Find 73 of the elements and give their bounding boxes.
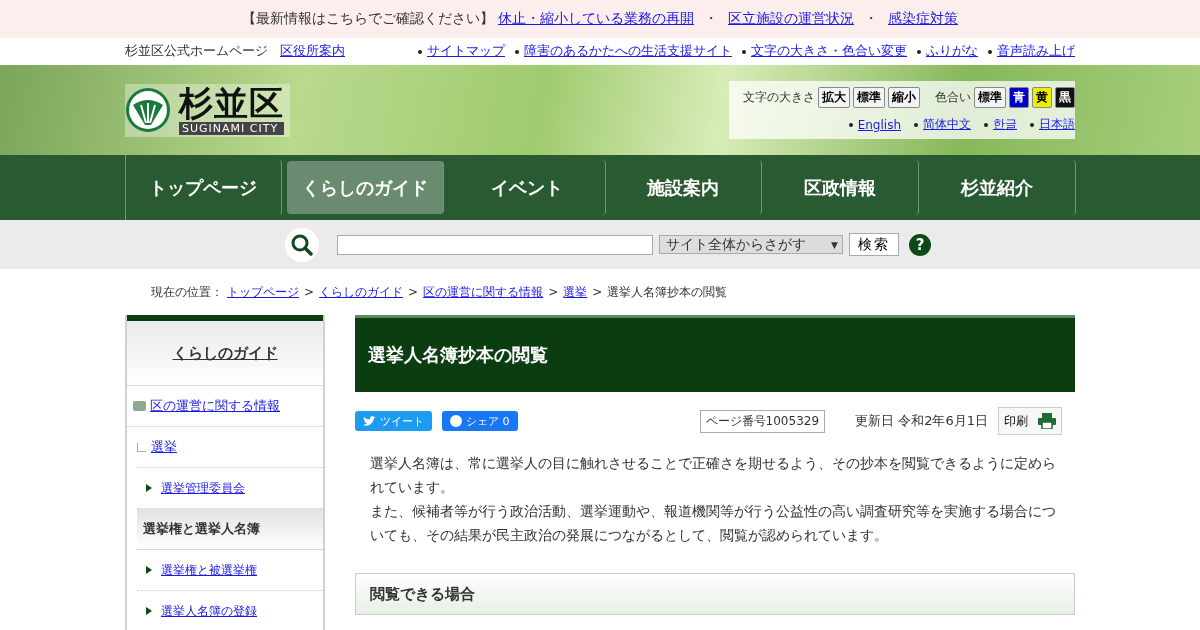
breadcrumb-link[interactable]: トップページ — [227, 283, 299, 301]
utility-link[interactable]: 文字の大きさ・色合い変更 — [742, 43, 907, 60]
font-size-button[interactable]: 縮小 — [888, 87, 920, 108]
site-name: 杉並区公式ホームページ — [125, 43, 268, 60]
printer-icon — [1038, 413, 1056, 429]
search-field[interactable] — [337, 234, 653, 255]
sidebar-link[interactable]: 選挙権と被選挙権 — [161, 561, 257, 579]
utility-link[interactable]: 音声読み上げ — [988, 43, 1075, 60]
nav-tab[interactable]: くらしのガイド — [287, 161, 444, 214]
notice-text: 【最新情報はこちらでご確認ください】 — [242, 10, 494, 28]
sidebar-link[interactable]: 区の運営に関する情報 — [150, 397, 280, 415]
breadcrumb-separator: > — [592, 285, 603, 299]
separator-dot: ・ — [864, 10, 878, 28]
page-title: 選挙人名簿抄本の閲覧 — [355, 315, 1075, 392]
help-button[interactable]: ? — [909, 233, 931, 256]
search-icon — [285, 227, 319, 262]
folder-icon — [133, 401, 146, 411]
color-scheme-button[interactable]: 黒 — [1055, 87, 1075, 108]
ginkgo-leaf-icon — [125, 87, 171, 133]
color-scheme-button[interactable]: 標準 — [974, 87, 1006, 108]
triangle-icon — [146, 607, 152, 615]
notice-link[interactable]: 区立施設の運営状況 — [728, 10, 854, 28]
notice-link[interactable]: 感染症対策 — [888, 10, 958, 28]
color-scheme-button[interactable]: 黄 — [1032, 87, 1052, 108]
separator-dot: ・ — [704, 10, 718, 28]
triangle-icon — [146, 484, 152, 492]
breadcrumb-separator: > — [408, 285, 419, 299]
branch-icon — [137, 442, 146, 452]
breadcrumb-link[interactable]: くらしのガイド — [319, 283, 404, 301]
breadcrumb-link[interactable]: 区の運営に関する情報 — [423, 283, 544, 301]
font-size-label: 文字の大きさ — [743, 89, 815, 106]
utility-link[interactable]: ふりがな — [917, 43, 978, 60]
nav-tab[interactable]: 区政情報 — [762, 160, 919, 215]
logo-subtitle: SUGINAMI CITY — [179, 121, 284, 135]
office-link[interactable]: 区役所案内 — [280, 43, 345, 60]
print-button[interactable]: 印刷 — [998, 407, 1062, 435]
font-size-button[interactable]: 標準 — [853, 87, 885, 108]
nav-tab[interactable]: イベント — [448, 160, 606, 215]
page-number: ページ番号1005329 — [699, 409, 826, 433]
updated-date: 更新日 令和2年6月1日 — [855, 412, 988, 430]
body-paragraph: また、候補者等が行う政治活動、選挙運動や、報道機関等が行う公益性の高い調査研究等を実施する場合についても、その結果が民主政治の発展につながるとして、閲覧が認められています。 — [370, 502, 1057, 545]
sidebar-link[interactable]: 選挙管理委員会 — [161, 479, 245, 497]
language-link[interactable]: 简体中文 — [914, 116, 971, 133]
bird-icon — [363, 415, 376, 427]
color-scheme-button[interactable]: 青 — [1009, 87, 1029, 108]
sidebar-link[interactable]: 選挙人名簿の登録 — [161, 602, 257, 620]
language-link[interactable]: 한글 — [984, 116, 1017, 133]
utility-link[interactable]: サイトマップ — [418, 43, 505, 60]
logo[interactable]: 杉並区 SUGINAMI CITY — [125, 83, 290, 137]
breadcrumb-current: 選挙人名簿抄本の閲覧 — [607, 283, 728, 301]
sidebar-title-link[interactable]: くらしのガイド — [172, 343, 278, 363]
breadcrumb-label: 現在の位置： — [151, 283, 223, 301]
logo-wordmark: 杉並区 — [179, 85, 284, 120]
sidebar-current-item: 選挙権と選挙人名簿 — [142, 520, 260, 538]
search-button[interactable]: 検索 — [849, 233, 899, 256]
sidebar-link[interactable]: 選挙 — [151, 438, 177, 456]
section-heading: 閲覧できる場合 — [355, 573, 1075, 615]
nav-tab[interactable]: トップページ — [125, 160, 283, 215]
language-link[interactable]: 日本語 — [1030, 116, 1075, 133]
nav-tab[interactable]: 施設案内 — [605, 160, 763, 215]
body-paragraph: 選挙人名簿は、常に選挙人の目に触れさせることで正確さを期せるよう、その抄本を閲覧できるように定められています。 — [370, 454, 1057, 497]
breadcrumb-link[interactable]: 選挙 — [563, 283, 588, 301]
search-scope-dropdown[interactable]: サイト全体からさがす ▼ — [659, 235, 843, 254]
notice-link[interactable]: 休止・縮小している業務の再開 — [498, 10, 694, 28]
utility-link[interactable]: 障害のあるかたへの生活支援サイト — [515, 43, 732, 60]
breadcrumb-separator: > — [548, 285, 559, 299]
language-link[interactable]: English — [848, 117, 901, 132]
font-size-button[interactable]: 拡大 — [818, 87, 850, 108]
breadcrumb-separator: > — [304, 285, 315, 299]
nav-tab[interactable]: 杉並紹介 — [918, 160, 1076, 215]
triangle-icon — [146, 566, 152, 574]
share-button[interactable]: シェア 0 — [442, 411, 518, 431]
color-label: 色合い — [935, 89, 971, 106]
